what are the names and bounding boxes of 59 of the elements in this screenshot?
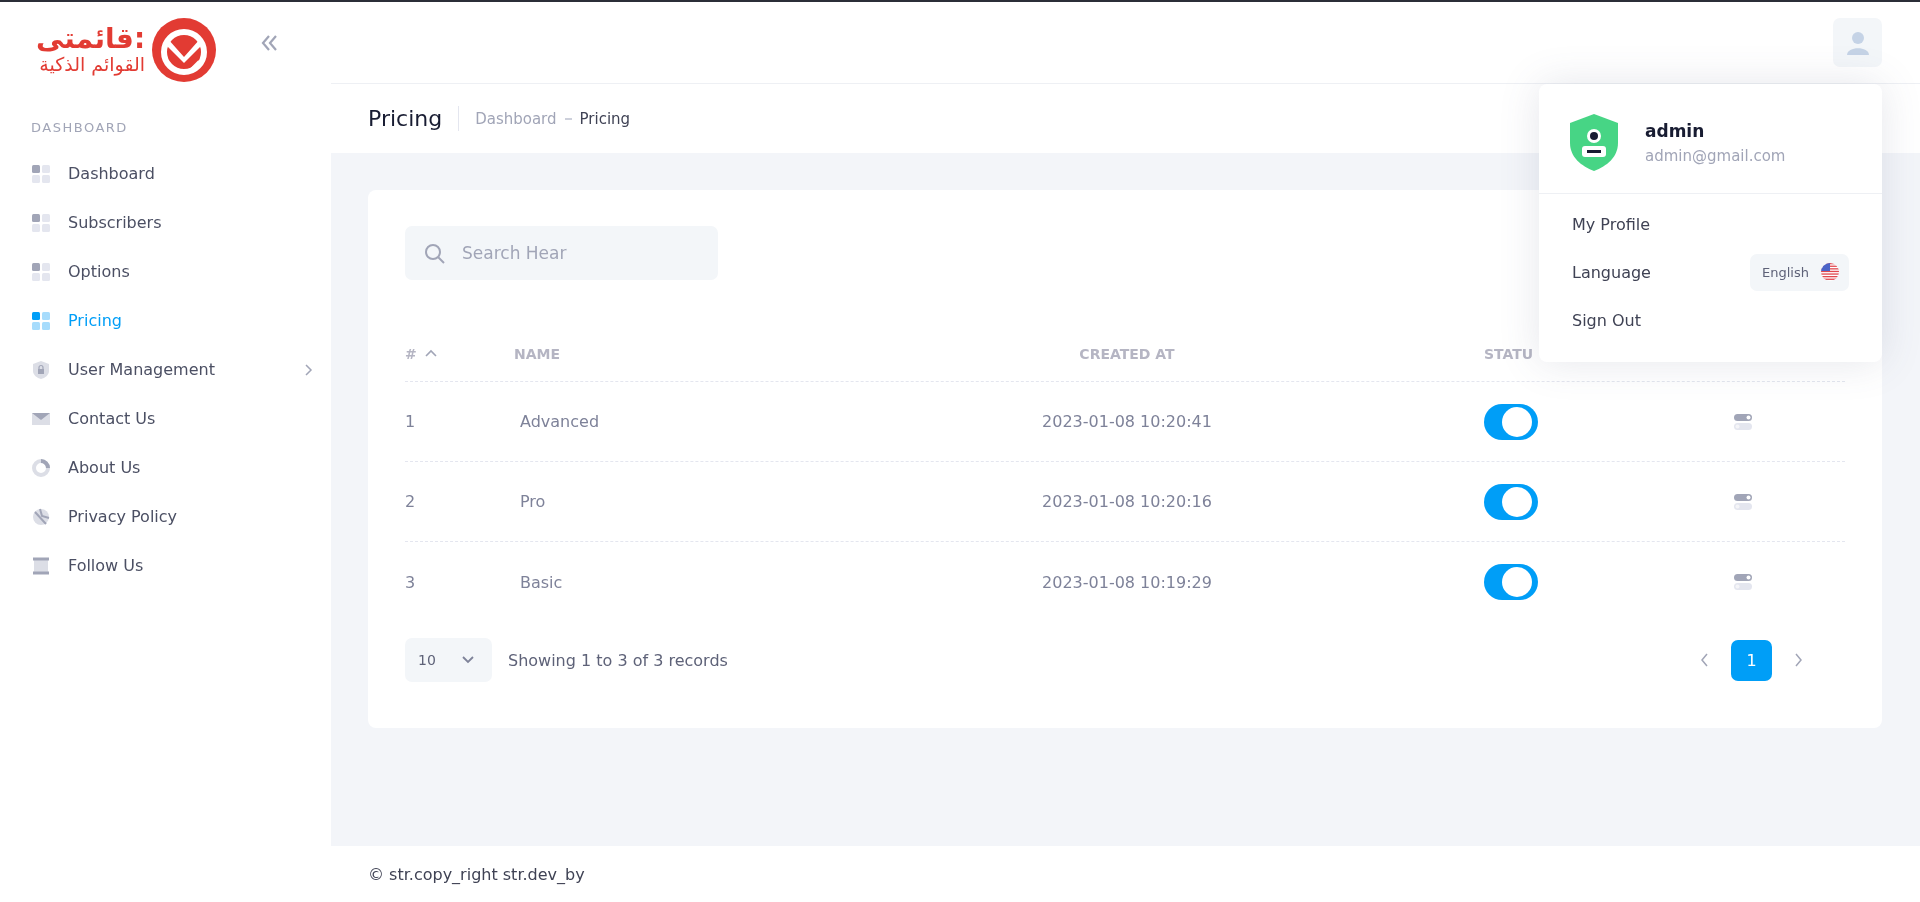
chevron-left-icon: [1700, 653, 1709, 667]
collapse-icon[interactable]: [260, 33, 279, 52]
table-cell-text: 2: [405, 492, 417, 511]
sidebar-item[interactable]: Privacy Policy: [0, 492, 331, 541]
search-icon: [424, 243, 445, 264]
chevron-right-icon: [1794, 653, 1803, 667]
sidebar-item[interactable]: Contact Us: [0, 394, 331, 443]
breadcrumb-item: Pricing: [579, 109, 631, 128]
toggle-icon[interactable]: [1734, 413, 1752, 430]
sidebar-item[interactable]: Follow Us: [0, 541, 331, 590]
status-toggle[interactable]: [1484, 403, 1538, 440]
next-page-button[interactable]: [1794, 653, 1803, 667]
ring-icon: [32, 458, 50, 477]
page-size-select[interactable]: 10: [405, 638, 492, 682]
sidebar-item[interactable]: Dashboard: [0, 149, 331, 198]
toggle-icon[interactable]: [1734, 493, 1752, 510]
grid-icon: [32, 164, 50, 183]
table-cell-text: 2023-01-08 10:20:41: [1041, 412, 1213, 431]
sidebar-item[interactable]: Subscribers: [0, 198, 331, 247]
table-cell-text: Advanced: [519, 412, 601, 431]
previous-page-button[interactable]: [1700, 653, 1709, 667]
logo-title: قائمتى:: [36, 25, 146, 53]
user-name: admin: [1645, 120, 1706, 141]
records-summary: Showing 1 to 3 of 3 records: [508, 650, 729, 670]
table-cell-text: Basic: [519, 572, 564, 592]
sidebar-item[interactable]: About Us: [0, 443, 331, 492]
status-toggle[interactable]: [1484, 483, 1538, 520]
avatar-button[interactable]: [1833, 18, 1882, 67]
table-cell-text: 3: [405, 572, 417, 592]
logo-icon: [151, 16, 218, 83]
language-select[interactable]: English: [1750, 253, 1849, 291]
table-cell-text: 2023-01-08 10:19:29: [1041, 572, 1213, 592]
menu-item[interactable]: Language: [1572, 262, 1651, 282]
user-email: admin@gmail.com: [1645, 146, 1786, 165]
flag-icon: [1821, 263, 1839, 281]
sort-icon[interactable]: [424, 349, 437, 358]
chevron-down-icon: [462, 656, 474, 664]
grid-icon: [32, 262, 50, 281]
grid-icon: [32, 311, 50, 330]
frame-icon: [32, 556, 50, 575]
status-toggle[interactable]: [1484, 564, 1538, 600]
shield-user-icon: [1569, 113, 1619, 172]
menu-item[interactable]: My Profile: [1572, 214, 1651, 234]
search-field[interactable]: Search Hear: [405, 226, 718, 280]
table-cell-text: Pro: [519, 492, 547, 511]
logo-subtitle: القوائم الذكية: [39, 55, 146, 74]
footer-text: © str.copy_right str.dev_by: [368, 864, 585, 884]
page-title: Pricing: [368, 106, 460, 131]
sidebar-item[interactable]: User Management: [0, 345, 331, 394]
section-label: DASHBOARD: [30, 119, 129, 135]
grid-icon: [32, 213, 50, 232]
table-cell-text: 1: [405, 412, 417, 431]
menu-item[interactable]: Sign Out: [1572, 310, 1641, 330]
ball-icon: [32, 507, 50, 526]
toggle-icon[interactable]: [1734, 574, 1752, 590]
shield-icon: [32, 360, 50, 379]
sidebar-item[interactable]: Options: [0, 247, 331, 296]
person-icon: [1845, 30, 1870, 55]
table-cell-text: 2023-01-08 10:20:16: [1041, 492, 1213, 511]
